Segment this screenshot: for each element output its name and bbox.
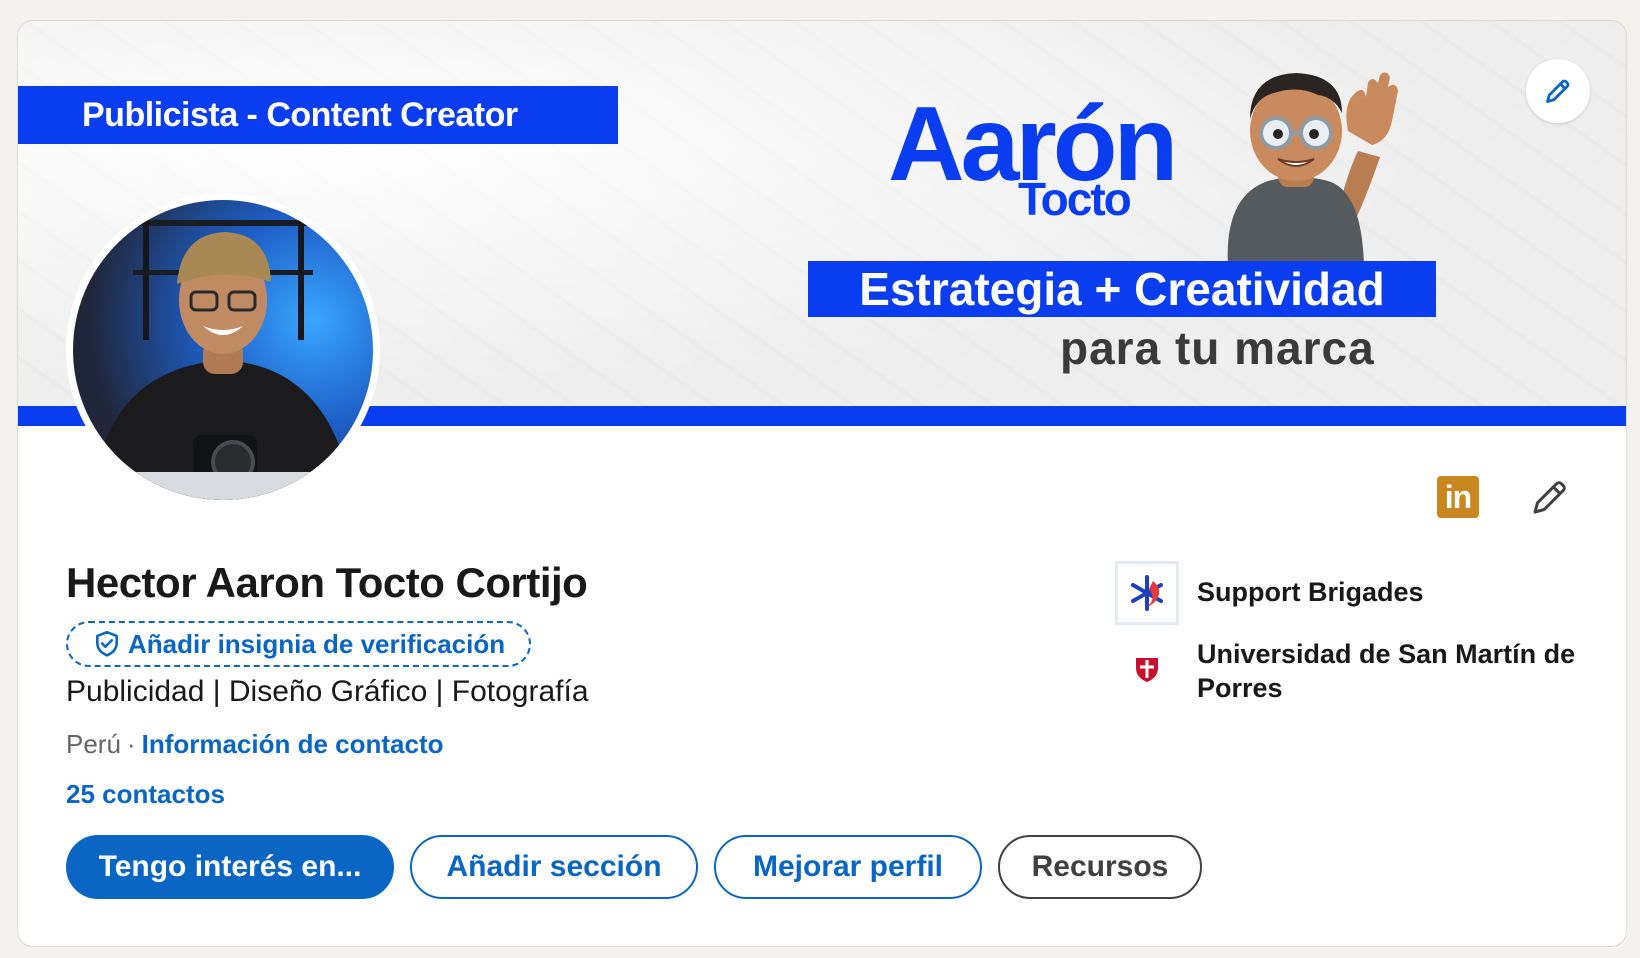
banner-tagline: Publicista - Content Creator [18,86,618,144]
pencil-icon [1546,79,1570,103]
banner-surname: Tocto [1018,173,1132,225]
usmp-shield-icon [1136,658,1158,682]
education-item-usmp[interactable]: Universidad de San Martín de Porres [1115,637,1615,705]
add-verification-badge-button[interactable]: Añadir insignia de verificación [66,621,532,667]
support-brigades-logo-icon [1131,575,1163,611]
add-section-button[interactable]: Añadir sección [410,835,698,899]
education-label: Universidad de San Martín de Porres [1197,639,1576,703]
open-to-button[interactable]: Tengo interés en... [66,835,394,899]
memoji-avatar-image [1227,72,1398,266]
enhance-profile-button[interactable]: Mejorar perfil [714,835,982,899]
profile-photo-image [73,200,373,500]
shield-check-icon [96,630,118,657]
profile-name: Hector Aaron Tocto Cortijo [66,559,588,606]
experience-item-support-brigades[interactable]: Support Brigades [1115,561,1615,625]
experience-education-list: Support Brigades Universidad de San Mart… [1115,561,1615,705]
support-brigades-logo [1115,561,1179,625]
pencil-icon [1533,481,1566,514]
edit-banner-button[interactable] [1526,59,1590,123]
profile-headline: Publicidad | Diseño Gráfico | Fotografía [66,675,589,708]
resources-button[interactable]: Recursos [998,835,1202,899]
banner-slogan-secondary: para tu marca [1060,322,1375,374]
linkedin-badge-icon[interactable]: in [1437,476,1479,518]
profile-photo[interactable] [66,193,380,507]
usmp-logo [1115,637,1179,701]
profile-location: Perú [66,729,121,759]
contact-info-link[interactable]: Información de contacto [142,729,444,759]
connections-link[interactable]: 25 contactos [66,779,225,810]
edit-intro-button[interactable] [1526,473,1574,521]
profile-card: Publicista - Content Creator Aarón Tocto [17,20,1627,947]
experience-label: Support Brigades [1197,577,1424,607]
separator-dot: · [126,729,136,759]
profile-actions: Tengo interés en... Añadir sección Mejor… [66,835,1202,899]
banner-slogan-primary: Estrategia + Creatividad [808,261,1436,317]
profile-photo-illustration [73,220,373,500]
verification-label: Añadir insignia de verificación [128,628,506,659]
location-row: Perú · Información de contacto [66,729,444,760]
